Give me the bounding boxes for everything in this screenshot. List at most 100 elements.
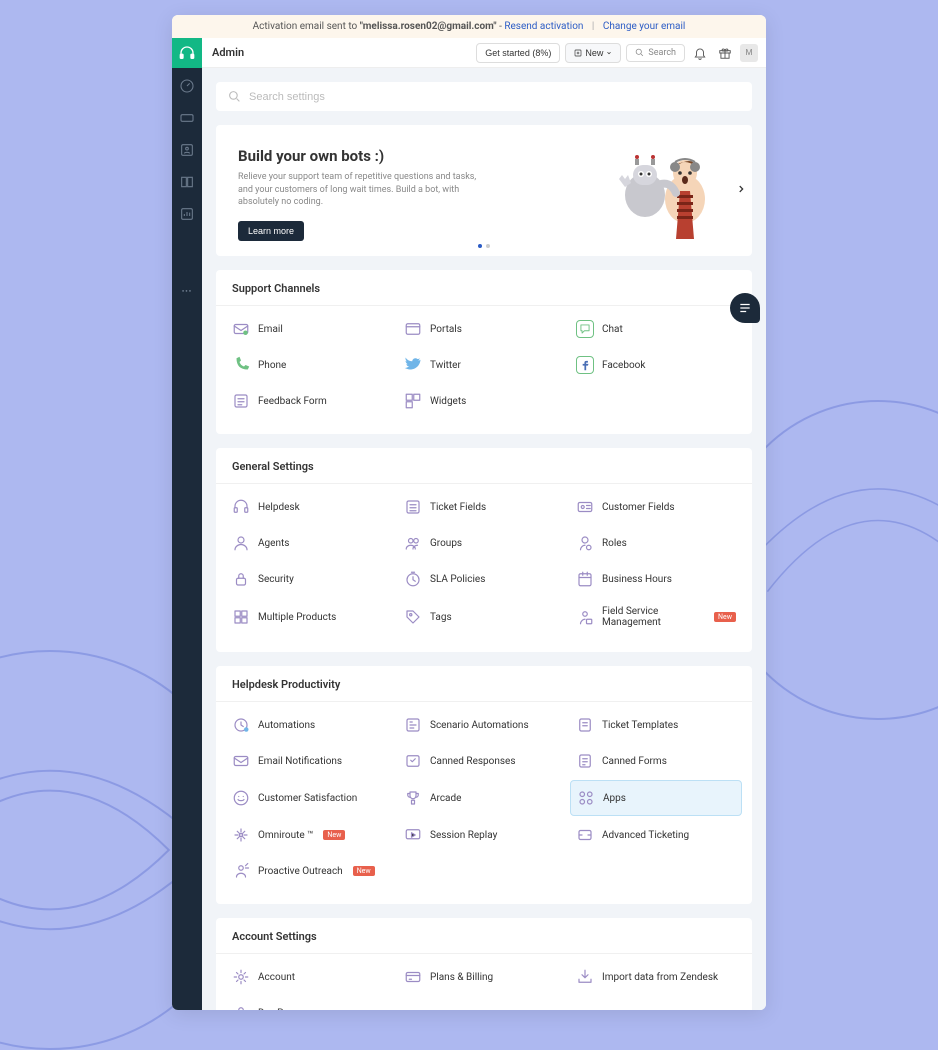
trophy-icon [404, 789, 422, 807]
settings-search[interactable] [216, 82, 752, 111]
top-bar: Admin Get started (8%) New Search M [172, 38, 766, 68]
search-icon [228, 90, 241, 103]
setting-business-hours[interactable]: Business Hours [570, 562, 742, 596]
setting-customer-satisfaction[interactable]: Customer Satisfaction [226, 780, 398, 816]
alert-email: "melissa.rosen02@gmail.com" [360, 21, 497, 32]
nav-solutions[interactable] [179, 174, 195, 190]
setting-label: Omniroute ™ [258, 830, 313, 841]
setting-chat[interactable]: Chat [570, 312, 742, 346]
nav-dashboard[interactable] [179, 78, 195, 94]
nav-tickets[interactable] [179, 110, 195, 126]
setting-day-pass[interactable]: Day Pass [226, 996, 398, 1010]
nav-contacts[interactable] [179, 142, 195, 158]
notifications-button[interactable] [690, 43, 710, 63]
setting-label: Phone [258, 360, 286, 371]
template-icon [576, 716, 594, 734]
setting-plans-billing[interactable]: Plans & Billing [398, 960, 570, 994]
setting-label: Proactive Outreach [258, 866, 343, 877]
setting-field-service-management[interactable]: Field Service ManagementNew [570, 598, 742, 636]
setting-proactive-outreach[interactable]: Proactive OutreachNew [226, 854, 398, 888]
settings-section: Account SettingsAccountPlans & BillingIm… [216, 918, 752, 1010]
gift-button[interactable] [715, 43, 735, 63]
chevron-down-icon [606, 50, 612, 56]
nav-more[interactable]: ●●● [182, 288, 192, 293]
setting-label: Apps [603, 793, 626, 804]
change-email-link[interactable]: Change your email [603, 21, 686, 32]
setting-canned-responses[interactable]: Canned Responses [398, 744, 570, 778]
automation-icon [232, 716, 250, 734]
setting-portals[interactable]: Portals [398, 312, 570, 346]
setting-omniroute-[interactable]: Omniroute ™ New [226, 818, 398, 852]
setting-label: Arcade [430, 793, 461, 804]
setting-feedback-form[interactable]: Feedback Form [226, 384, 398, 418]
setting-label: Security [258, 574, 294, 585]
global-search[interactable]: Search [626, 44, 685, 62]
setting-twitter[interactable]: Twitter [398, 348, 570, 382]
chat-widget-button[interactable] [730, 293, 760, 323]
hero-pagination[interactable] [478, 244, 490, 248]
products-icon [232, 608, 250, 626]
setting-helpdesk[interactable]: Helpdesk [226, 490, 398, 524]
canned-icon [404, 752, 422, 770]
new-badge: New [323, 830, 345, 840]
setting-automations[interactable]: Automations [226, 708, 398, 742]
chart-icon [179, 206, 195, 222]
setting-apps[interactable]: Apps [570, 780, 742, 816]
setting-label: Groups [430, 538, 462, 549]
avatar[interactable]: M [740, 44, 758, 62]
setting-email[interactable]: Email [226, 312, 398, 346]
resend-link[interactable]: Resend activation [504, 21, 583, 32]
setting-facebook[interactable]: Facebook [570, 348, 742, 382]
bell-icon [693, 46, 707, 60]
hero-banner: Build your own bots :) Relieve your supp… [216, 125, 752, 256]
setting-label: Canned Forms [602, 756, 667, 767]
setting-roles[interactable]: Roles [570, 526, 742, 560]
timer-icon [404, 570, 422, 588]
setting-label: Customer Satisfaction [258, 793, 357, 804]
setting-ticket-templates[interactable]: Ticket Templates [570, 708, 742, 742]
scenario-icon [404, 716, 422, 734]
setting-account[interactable]: Account [226, 960, 398, 994]
setting-ticket-fields[interactable]: Ticket Fields [398, 490, 570, 524]
daypass-icon [232, 1004, 250, 1010]
setting-phone[interactable]: Phone [226, 348, 398, 382]
setting-scenario-automations[interactable]: Scenario Automations [398, 708, 570, 742]
agent-icon [232, 534, 250, 552]
setting-arcade[interactable]: Arcade [398, 780, 570, 816]
setting-tags[interactable]: Tags [398, 598, 570, 636]
setting-advanced-ticketing[interactable]: Advanced Ticketing [570, 818, 742, 852]
setting-label: Import data from Zendesk [602, 972, 718, 983]
settings-search-input[interactable] [249, 91, 740, 103]
hero-next-button[interactable] [736, 182, 746, 200]
setting-email-notifications[interactable]: Email Notifications [226, 744, 398, 778]
nav-reports[interactable] [179, 206, 195, 222]
settings-section: General Settings HelpdeskTicket FieldsCus… [216, 448, 752, 652]
hero-title: Build your own bots :) [238, 147, 600, 165]
setting-widgets[interactable]: Widgets [398, 384, 570, 418]
headset-icon [232, 498, 250, 516]
setting-label: Email Notifications [258, 756, 342, 767]
hero-cta-button[interactable]: Learn more [238, 221, 304, 241]
get-started-button[interactable]: Get started (8%) [476, 43, 560, 63]
id-card-icon [576, 498, 594, 516]
setting-customer-fields[interactable]: Customer Fields [570, 490, 742, 524]
activation-alert: Activation email sent to "melissa.rosen0… [172, 15, 766, 38]
setting-canned-forms[interactable]: Canned Forms [570, 744, 742, 778]
setting-sla-policies[interactable]: SLA Policies [398, 562, 570, 596]
setting-label: SLA Policies [430, 574, 485, 585]
setting-groups[interactable]: Groups [398, 526, 570, 560]
fsm-icon [576, 608, 594, 626]
brand-logo[interactable] [172, 38, 202, 68]
lock-icon [232, 570, 250, 588]
setting-label: Widgets [430, 396, 466, 407]
new-button[interactable]: New [565, 43, 621, 63]
setting-security[interactable]: Security [226, 562, 398, 596]
setting-label: Account [258, 972, 295, 983]
setting-session-replay[interactable]: Session Replay [398, 818, 570, 852]
setting-multiple-products[interactable]: Multiple Products [226, 598, 398, 636]
settings-section: Support ChannelsEmailPortalsChatPhoneTwi… [216, 270, 752, 434]
chevron-right-icon [736, 182, 746, 196]
setting-import-data-from-zendesk[interactable]: Import data from Zendesk [570, 960, 742, 994]
setting-agents[interactable]: Agents [226, 526, 398, 560]
section-title: General Settings [216, 448, 752, 484]
